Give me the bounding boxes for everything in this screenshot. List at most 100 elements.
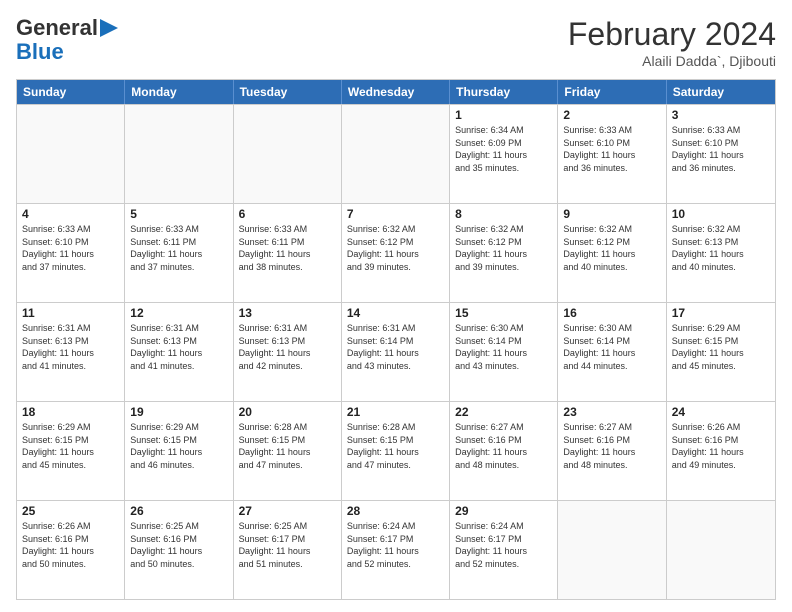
day-info-4-1: Sunrise: 6:25 AM Sunset: 6:16 PM Dayligh…	[130, 520, 227, 570]
header-saturday: Saturday	[667, 80, 775, 104]
day-info-2-4: Sunrise: 6:30 AM Sunset: 6:14 PM Dayligh…	[455, 322, 552, 372]
day-number-4-2: 27	[239, 504, 336, 518]
day-number-1-1: 5	[130, 207, 227, 221]
day-info-2-5: Sunrise: 6:30 AM Sunset: 6:14 PM Dayligh…	[563, 322, 660, 372]
calendar-cell-1-1: 5 Sunrise: 6:33 AM Sunset: 6:11 PM Daylig…	[125, 204, 233, 302]
calendar-cell-0-6: 3Sunrise: 6:33 AM Sunset: 6:10 PM Daylig…	[667, 105, 775, 203]
calendar-cell-4-3: 28Sunrise: 6:24 AM Sunset: 6:17 PM Dayli…	[342, 501, 450, 599]
day-number-2-4: 15	[455, 306, 552, 320]
calendar-cell-3-3: 21Sunrise: 6:28 AM Sunset: 6:15 PM Dayli…	[342, 402, 450, 500]
calendar-row-0: 1 Sunrise: 6:34 AM Sunset: 6:09 PM Daylig…	[17, 104, 775, 203]
calendar-cell-1-0: 4Sunrise: 6:33 AM Sunset: 6:10 PM Daylig…	[17, 204, 125, 302]
calendar-cell-4-1: 26 Sunrise: 6:25 AM Sunset: 6:16 PM Dayli…	[125, 501, 233, 599]
day-number-3-5: 23	[563, 405, 660, 419]
header-sunday: Sunday	[17, 80, 125, 104]
day-number-0-5: 2	[563, 108, 660, 122]
calendar-cell-2-3: 14 Sunrise: 6:31 AM Sunset: 6:14 PM Dayli…	[342, 303, 450, 401]
day-number-1-3: 7	[347, 207, 444, 221]
header-monday: Monday	[125, 80, 233, 104]
calendar-cell-1-2: 6 Sunrise: 6:33 AM Sunset: 6:11 PM Daylig…	[234, 204, 342, 302]
day-info-1-2: Sunrise: 6:33 AM Sunset: 6:11 PM Dayligh…	[239, 223, 336, 273]
day-number-1-6: 10	[672, 207, 770, 221]
logo: General Blue	[16, 16, 118, 64]
day-info-2-0: Sunrise: 6:31 AM Sunset: 6:13 PM Dayligh…	[22, 322, 119, 372]
day-number-3-1: 19	[130, 405, 227, 419]
day-number-0-4: 1	[455, 108, 552, 122]
calendar-cell-0-2	[234, 105, 342, 203]
header-wednesday: Wednesday	[342, 80, 450, 104]
calendar-cell-2-6: 17 Sunrise: 6:29 AM Sunset: 6:15 PM Dayli…	[667, 303, 775, 401]
day-info-4-0: Sunrise: 6:26 AM Sunset: 6:16 PM Dayligh…	[22, 520, 119, 570]
day-info-3-2: Sunrise: 6:28 AM Sunset: 6:15 PM Dayligh…	[239, 421, 336, 471]
title-block: February 2024 Alaili Dadda`, Djibouti	[568, 16, 776, 69]
calendar-cell-3-4: 22 Sunrise: 6:27 AM Sunset: 6:16 PM Dayli…	[450, 402, 558, 500]
day-info-3-4: Sunrise: 6:27 AM Sunset: 6:16 PM Dayligh…	[455, 421, 552, 471]
calendar-body: 1 Sunrise: 6:34 AM Sunset: 6:09 PM Daylig…	[17, 104, 775, 599]
day-number-3-2: 20	[239, 405, 336, 419]
calendar-cell-2-4: 15 Sunrise: 6:30 AM Sunset: 6:14 PM Dayli…	[450, 303, 558, 401]
day-number-4-1: 26	[130, 504, 227, 518]
day-info-3-1: Sunrise: 6:29 AM Sunset: 6:15 PM Dayligh…	[130, 421, 227, 471]
calendar-cell-0-4: 1 Sunrise: 6:34 AM Sunset: 6:09 PM Daylig…	[450, 105, 558, 203]
day-info-3-5: Sunrise: 6:27 AM Sunset: 6:16 PM Dayligh…	[563, 421, 660, 471]
day-number-2-0: 11	[22, 306, 119, 320]
day-number-0-6: 3	[672, 108, 770, 122]
day-number-3-4: 22	[455, 405, 552, 419]
day-info-1-0: Sunrise: 6:33 AM Sunset: 6:10 PM Dayligh…	[22, 223, 119, 273]
day-info-2-6: Sunrise: 6:29 AM Sunset: 6:15 PM Dayligh…	[672, 322, 770, 372]
calendar-cell-0-5: 2 Sunrise: 6:33 AM Sunset: 6:10 PM Daylig…	[558, 105, 666, 203]
day-info-2-3: Sunrise: 6:31 AM Sunset: 6:14 PM Dayligh…	[347, 322, 444, 372]
calendar-cell-1-6: 10 Sunrise: 6:32 AM Sunset: 6:13 PM Dayli…	[667, 204, 775, 302]
day-info-3-6: Sunrise: 6:26 AM Sunset: 6:16 PM Dayligh…	[672, 421, 770, 471]
calendar-cell-2-1: 12Sunrise: 6:31 AM Sunset: 6:13 PM Dayli…	[125, 303, 233, 401]
calendar-cell-2-5: 16 Sunrise: 6:30 AM Sunset: 6:14 PM Dayli…	[558, 303, 666, 401]
location-subtitle: Alaili Dadda`, Djibouti	[568, 53, 776, 69]
calendar-row-3: 18 Sunrise: 6:29 AM Sunset: 6:15 PM Dayli…	[17, 401, 775, 500]
day-number-4-0: 25	[22, 504, 119, 518]
day-number-1-2: 6	[239, 207, 336, 221]
calendar-cell-1-3: 7 Sunrise: 6:32 AM Sunset: 6:12 PM Daylig…	[342, 204, 450, 302]
calendar-cell-4-2: 27 Sunrise: 6:25 AM Sunset: 6:17 PM Dayli…	[234, 501, 342, 599]
calendar-cell-3-5: 23 Sunrise: 6:27 AM Sunset: 6:16 PM Dayli…	[558, 402, 666, 500]
day-info-0-5: Sunrise: 6:33 AM Sunset: 6:10 PM Dayligh…	[563, 124, 660, 174]
day-number-2-2: 13	[239, 306, 336, 320]
day-number-2-5: 16	[563, 306, 660, 320]
calendar-cell-4-6	[667, 501, 775, 599]
calendar-cell-3-0: 18 Sunrise: 6:29 AM Sunset: 6:15 PM Dayli…	[17, 402, 125, 500]
day-info-0-4: Sunrise: 6:34 AM Sunset: 6:09 PM Dayligh…	[455, 124, 552, 174]
calendar-cell-3-2: 20 Sunrise: 6:28 AM Sunset: 6:15 PM Dayli…	[234, 402, 342, 500]
calendar-row-2: 11 Sunrise: 6:31 AM Sunset: 6:13 PM Dayli…	[17, 302, 775, 401]
calendar-cell-4-4: 29Sunrise: 6:24 AM Sunset: 6:17 PM Dayli…	[450, 501, 558, 599]
day-info-4-2: Sunrise: 6:25 AM Sunset: 6:17 PM Dayligh…	[239, 520, 336, 570]
day-number-2-6: 17	[672, 306, 770, 320]
day-info-1-1: Sunrise: 6:33 AM Sunset: 6:11 PM Dayligh…	[130, 223, 227, 273]
calendar-cell-1-5: 9Sunrise: 6:32 AM Sunset: 6:12 PM Daylig…	[558, 204, 666, 302]
day-info-1-3: Sunrise: 6:32 AM Sunset: 6:12 PM Dayligh…	[347, 223, 444, 273]
day-info-4-3: Sunrise: 6:24 AM Sunset: 6:17 PM Dayligh…	[347, 520, 444, 570]
day-info-4-4: Sunrise: 6:24 AM Sunset: 6:17 PM Dayligh…	[455, 520, 552, 570]
header-thursday: Thursday	[450, 80, 558, 104]
day-number-2-1: 12	[130, 306, 227, 320]
day-info-1-6: Sunrise: 6:32 AM Sunset: 6:13 PM Dayligh…	[672, 223, 770, 273]
logo-general-text: General	[16, 16, 98, 40]
calendar-cell-3-6: 24Sunrise: 6:26 AM Sunset: 6:16 PM Dayli…	[667, 402, 775, 500]
header-tuesday: Tuesday	[234, 80, 342, 104]
month-year-title: February 2024	[568, 16, 776, 53]
calendar-cell-0-3	[342, 105, 450, 203]
day-info-3-3: Sunrise: 6:28 AM Sunset: 6:15 PM Dayligh…	[347, 421, 444, 471]
day-info-1-4: Sunrise: 6:32 AM Sunset: 6:12 PM Dayligh…	[455, 223, 552, 273]
header-friday: Friday	[558, 80, 666, 104]
calendar-cell-4-0: 25 Sunrise: 6:26 AM Sunset: 6:16 PM Dayli…	[17, 501, 125, 599]
day-number-2-3: 14	[347, 306, 444, 320]
page-header: General Blue February 2024 Alaili Dadda`…	[16, 16, 776, 69]
calendar-cell-2-0: 11 Sunrise: 6:31 AM Sunset: 6:13 PM Dayli…	[17, 303, 125, 401]
day-info-3-0: Sunrise: 6:29 AM Sunset: 6:15 PM Dayligh…	[22, 421, 119, 471]
calendar-cell-4-5	[558, 501, 666, 599]
day-info-1-5: Sunrise: 6:32 AM Sunset: 6:12 PM Dayligh…	[563, 223, 660, 273]
day-number-3-0: 18	[22, 405, 119, 419]
calendar-grid: Sunday Monday Tuesday Wednesday Thursday…	[16, 79, 776, 600]
calendar-cell-0-0	[17, 105, 125, 203]
calendar-page: General Blue February 2024 Alaili Dadda`…	[0, 0, 792, 612]
logo-flag-icon	[100, 19, 118, 37]
calendar-header: Sunday Monday Tuesday Wednesday Thursday…	[17, 80, 775, 104]
